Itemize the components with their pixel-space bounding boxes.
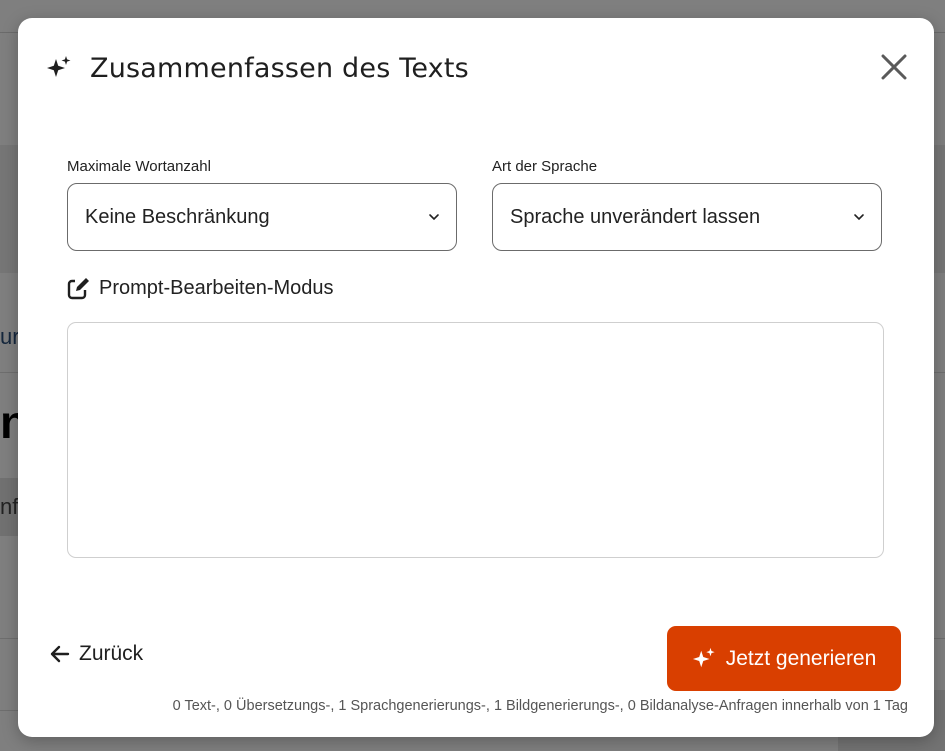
back-button[interactable]: Zurück [49,642,143,666]
prompt-textarea[interactable] [67,322,884,558]
max-words-label: Maximale Wortanzahl [67,158,211,175]
language-type-select[interactable]: Sprache unverändert lassen [492,183,882,251]
dialog-header: Zusammenfassen des Texts [46,48,469,88]
chevron-down-icon [854,214,864,221]
language-type-value: Sprache unverändert lassen [510,205,761,228]
prompt-edit-mode-label: Prompt-Bearbeiten-Modus [99,276,334,299]
generate-now-button[interactable]: Jetzt generieren [667,626,901,691]
request-quota-text: 0 Text-, 0 Übersetzungs-, 1 Sprachgeneri… [172,698,908,714]
chevron-down-icon [429,214,439,221]
generate-now-label: Jetzt generieren [725,646,877,670]
max-words-select[interactable]: Keine Beschränkung [67,183,457,251]
back-button-label: Zurück [79,642,144,665]
summarize-dialog: Zusammenfassen des Texts Maximale Wortan… [18,18,934,737]
arrow-left-icon [50,645,70,663]
prompt-edit-mode-toggle[interactable]: Prompt-Bearbeiten-Modus [67,276,334,300]
edit-icon [67,277,91,300]
close-icon[interactable] [878,51,910,83]
sparkle-icon [47,56,71,77]
language-type-label: Art der Sprache [492,158,598,175]
dialog-title: Zusammenfassen des Texts [90,52,469,84]
max-words-value: Keine Beschränkung [85,205,270,228]
sparkle-icon [692,647,715,667]
